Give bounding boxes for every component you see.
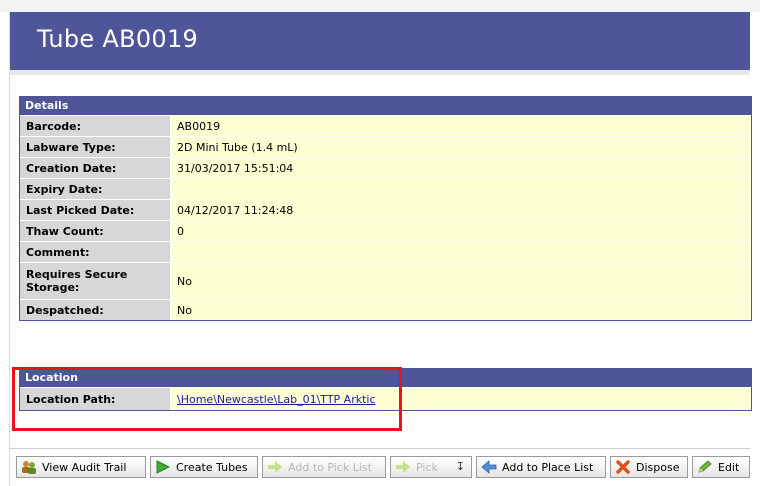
view-audit-trail-label: View Audit Trail: [42, 460, 127, 474]
add-to-place-list-button[interactable]: Add to Place List: [476, 456, 606, 478]
pencil-icon: [697, 460, 713, 474]
detail-row-requires-secure-storage: Requires Secure Storage: No: [20, 262, 751, 299]
play-arrow-icon: [155, 460, 171, 474]
last-picked-date-value: 04/12/2017 11:24:48: [170, 200, 751, 220]
labware-type-value: 2D Mini Tube (1.4 mL): [170, 137, 751, 157]
detail-row-labware-type: Labware Type: 2D Mini Tube (1.4 mL): [20, 136, 751, 157]
details-heading: Details: [20, 96, 751, 115]
expiry-date-label: Expiry Date:: [20, 179, 170, 199]
header-shadow: [10, 70, 750, 75]
detail-row-creation-date: Creation Date: 31/03/2017 15:51:04: [20, 157, 751, 178]
page-left-rule: [9, 12, 10, 486]
view-audit-trail-button[interactable]: View Audit Trail: [16, 456, 146, 478]
requires-secure-storage-value: No: [170, 263, 751, 299]
people-icon: [21, 460, 37, 474]
pick-dropdown-icon[interactable]: ↧: [456, 460, 465, 473]
requires-secure-storage-label: Requires Secure Storage:: [20, 263, 170, 299]
barcode-value: AB0019: [170, 116, 751, 136]
last-picked-date-label: Last Picked Date:: [20, 200, 170, 220]
detail-row-comment: Comment:: [20, 241, 751, 262]
arrow-right-icon: [267, 460, 283, 474]
comment-label: Comment:: [20, 242, 170, 262]
details-panel: Details Barcode: AB0019 Labware Type: 2D…: [19, 96, 752, 321]
create-tubes-label: Create Tubes: [176, 460, 248, 474]
add-to-pick-list-label: Add to Pick List: [288, 460, 372, 474]
despatched-value: No: [170, 300, 751, 320]
create-tubes-button[interactable]: Create Tubes: [150, 456, 258, 478]
pick-label: Pick: [416, 460, 438, 474]
detail-row-thaw-count: Thaw Count: 0: [20, 220, 751, 241]
thaw-count-label: Thaw Count:: [20, 221, 170, 241]
creation-date-value: 31/03/2017 15:51:04: [170, 158, 751, 178]
dispose-button[interactable]: Dispose: [610, 456, 688, 478]
page-title: Tube AB0019: [37, 25, 199, 53]
expiry-date-value: [170, 179, 751, 199]
toolbar-separator: [10, 448, 750, 449]
dispose-label: Dispose: [636, 460, 680, 474]
detail-row-expiry-date: Expiry Date:: [20, 178, 751, 199]
page-top-strip: [0, 0, 760, 12]
add-to-place-list-label: Add to Place List: [502, 460, 594, 474]
arrow-right-icon: [395, 460, 411, 474]
pick-button[interactable]: Pick ↧: [390, 456, 472, 478]
edit-button[interactable]: Edit: [692, 456, 750, 478]
cross-icon: [615, 460, 631, 474]
despatched-label: Despatched:: [20, 300, 170, 320]
barcode-label: Barcode:: [20, 116, 170, 136]
detail-row-barcode: Barcode: AB0019: [20, 115, 751, 136]
edit-label: Edit: [718, 460, 740, 474]
thaw-count-value: 0: [170, 221, 751, 241]
labware-type-label: Labware Type:: [20, 137, 170, 157]
creation-date-label: Creation Date:: [20, 158, 170, 178]
comment-value: [170, 242, 751, 262]
add-to-pick-list-button[interactable]: Add to Pick List: [262, 456, 386, 478]
location-highlight-box: [12, 367, 402, 431]
action-toolbar: View Audit Trail Create Tubes Add to Pic…: [16, 456, 752, 480]
arrow-left-icon: [481, 460, 497, 474]
detail-row-despatched: Despatched: No: [20, 299, 751, 320]
page-header: Tube AB0019: [10, 12, 750, 70]
detail-row-last-picked-date: Last Picked Date: 04/12/2017 11:24:48: [20, 199, 751, 220]
